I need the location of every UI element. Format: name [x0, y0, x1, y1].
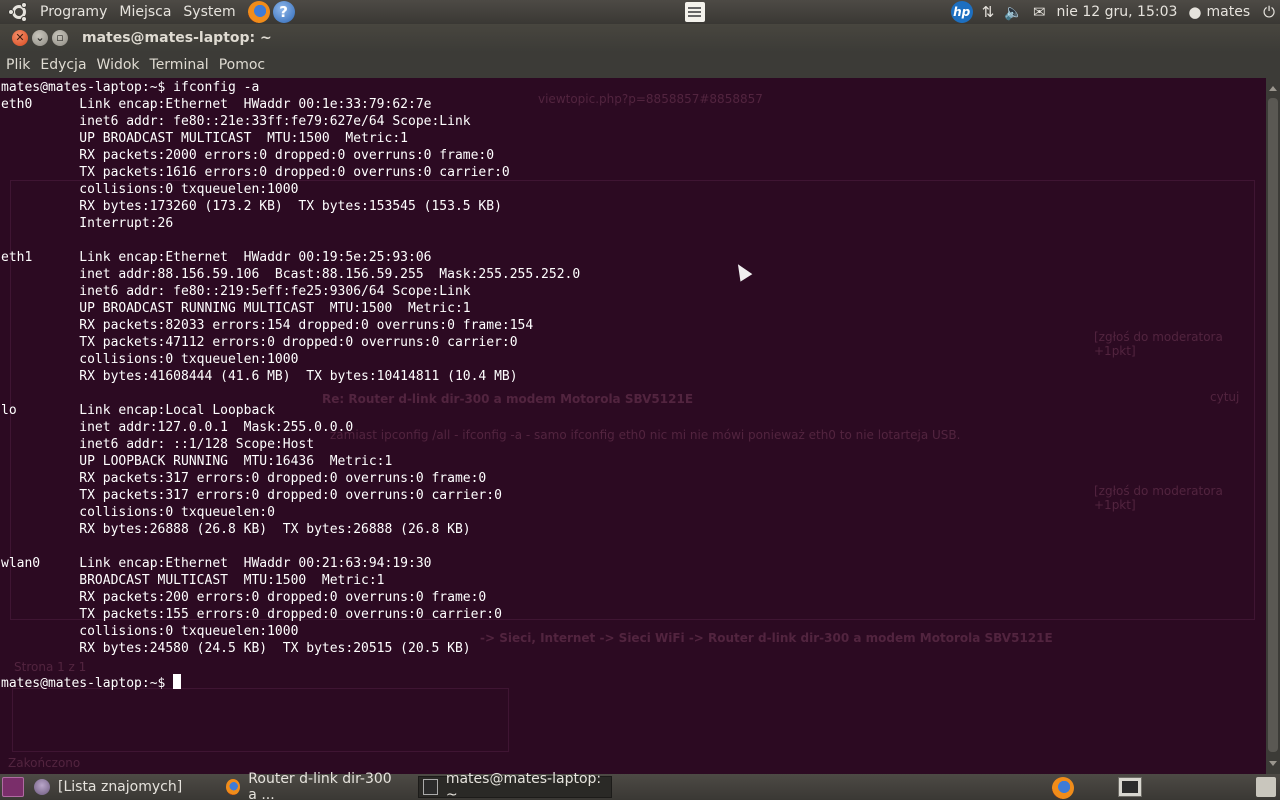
terminal-line: RX bytes:41608444 (41.6 MB) TX bytes:104… [79, 369, 518, 384]
terminal-line: UP BROADCAST MULTICAST MTU:1500 Metric:1 [79, 131, 408, 146]
panel-menus: Programy Miejsca System ? [0, 0, 295, 24]
mail-icon[interactable]: ✉ [1028, 0, 1051, 24]
ghost-report-link-2: [zgłoś do moderatora +1pkt] [1094, 484, 1223, 512]
terminal-lines: mates@mates-laptop:~$ ifconfig -a eth0 L… [1, 80, 580, 656]
ghost-textarea [12, 688, 509, 752]
firefox-launcher-icon[interactable] [247, 1, 270, 23]
terminal-line: TX packets:47112 errors:0 dropped:0 over… [79, 335, 518, 350]
menu-system[interactable]: System [177, 0, 241, 24]
close-window-button[interactable]: ✕ [12, 30, 28, 46]
minimize-window-button[interactable]: ⌄ [32, 30, 48, 46]
top-panel: Programy Miejsca System ? hp ⇅ 🔈 ✉ nie 1… [0, 0, 1280, 24]
notes-icon[interactable] [685, 2, 705, 22]
bottom-panel: [Lista znajomych] Router d-link dir-300 … [0, 771, 1280, 800]
pidgin-icon [34, 779, 50, 795]
terminal-line: RX packets:200 errors:0 dropped:0 overru… [79, 590, 487, 605]
terminal-line: inet6 addr: ::1/128 Scope:Host [79, 437, 315, 452]
scroll-down-icon[interactable] [1269, 761, 1277, 766]
power-icon[interactable]: ⏻ [1258, 0, 1280, 24]
task-terminal[interactable]: mates@mates-laptop: ~ [418, 771, 612, 800]
panel-indicators: hp ⇅ 🔈 ✉ nie 12 gru, 15:03 ● mates ⏻ [950, 0, 1280, 24]
firefox-tray-icon[interactable] [1052, 777, 1074, 799]
menu-plik[interactable]: Plik [0, 52, 34, 78]
trash-icon[interactable] [1256, 777, 1276, 797]
terminal-line: RX packets:317 errors:0 dropped:0 overru… [79, 471, 487, 486]
terminal-prompt: mates@mates-laptop:~$ [1, 676, 174, 691]
terminal-line: collisions:0 txqueuelen:1000 [79, 624, 299, 639]
task-label: mates@mates-laptop: ~ [445, 771, 602, 800]
terminal-line: lo Link encap:Local Loopback [1, 403, 275, 418]
terminal-tray-icon[interactable] [1118, 777, 1142, 797]
task-contact-list[interactable]: [Lista znajomych] [30, 776, 216, 798]
terminal-scrollbar[interactable] [1266, 78, 1280, 774]
terminal-line: eth1 Link encap:Ethernet HWaddr 00:19:5e… [1, 250, 432, 265]
menu-edycja[interactable]: Edycja [34, 52, 90, 78]
scroll-up-icon[interactable] [1269, 86, 1277, 91]
task-label: Router d-link dir-300 a ... [248, 771, 392, 800]
menu-miejsca[interactable]: Miejsca [113, 0, 177, 24]
terminal-line: TX packets:1616 errors:0 dropped:0 overr… [79, 165, 510, 180]
ghost-quote: cytuj [1210, 390, 1240, 404]
hp-tray-icon[interactable]: hp [950, 1, 973, 23]
terminal-line: wlan0 Link encap:Ethernet HWaddr 00:21:6… [1, 556, 432, 571]
terminal-line: mates@mates-laptop:~$ ifconfig -a [1, 80, 260, 95]
terminal-line: eth0 Link encap:Ethernet HWaddr 00:1e:33… [1, 97, 432, 112]
help-launcher-icon[interactable]: ? [272, 1, 295, 23]
terminal-icon [423, 779, 438, 795]
terminal-line: RX packets:2000 errors:0 dropped:0 overr… [79, 148, 495, 163]
terminal-line: inet addr:88.156.59.106 Bcast:88.156.59.… [79, 267, 581, 282]
menu-widok[interactable]: Widok [91, 52, 144, 78]
terminal-line: TX packets:155 errors:0 dropped:0 overru… [79, 607, 502, 622]
window-title: mates@mates-laptop: ~ [82, 30, 272, 46]
window-titlebar[interactable]: ✕ ⌄ ▫ mates@mates-laptop: ~ [0, 24, 1280, 52]
ubuntu-logo-icon[interactable] [8, 1, 30, 23]
volume-icon[interactable]: 🔈 [999, 0, 1028, 24]
terminal-line: collisions:0 txqueuelen:1000 [79, 182, 299, 197]
show-desktop-icon[interactable] [2, 777, 24, 797]
task-firefox[interactable]: Router d-link dir-300 a ... [222, 771, 412, 800]
ghost-report-link: [zgłoś do moderatora +1pkt] [1094, 330, 1223, 358]
scrollbar-thumb[interactable] [1268, 98, 1278, 752]
menu-pomoc[interactable]: Pomoc [213, 52, 269, 78]
clock[interactable]: nie 12 gru, 15:03 [1051, 4, 1184, 20]
terminal-line: RX bytes:26888 (26.8 KB) TX bytes:26888 … [79, 522, 471, 537]
task-label: [Lista znajomych] [58, 779, 183, 795]
terminal-line: collisions:0 txqueuelen:1000 [79, 352, 299, 367]
terminal-line: UP BROADCAST RUNNING MULTICAST MTU:1500 … [79, 301, 471, 316]
user-name[interactable]: mates [1207, 4, 1259, 20]
terminal-line: inet6 addr: fe80::219:5eff:fe25:9306/64 … [79, 284, 471, 299]
menu-terminal[interactable]: Terminal [144, 52, 213, 78]
terminal-line: RX packets:82033 errors:154 dropped:0 ov… [79, 318, 534, 333]
terminal-line: Interrupt:26 [79, 216, 174, 231]
terminal-view[interactable]: viewtopic.php?p=8858857#8858857 [zgłoś d… [0, 78, 1266, 774]
terminal-line: inet addr:127.0.0.1 Mask:255.0.0.0 [79, 420, 354, 435]
terminal-line: BROADCAST MULTICAST MTU:1500 Metric:1 [79, 573, 385, 588]
ghost-status: Zakończono [8, 756, 81, 770]
terminal-cursor [173, 674, 182, 689]
terminal-line: inet6 addr: fe80::21e:33ff:fe79:627e/64 … [79, 114, 471, 129]
terminal-line: TX packets:317 errors:0 dropped:0 overru… [79, 488, 502, 503]
terminal-line: RX bytes:24580 (24.5 KB) TX bytes:20515 … [79, 641, 471, 656]
user-status-icon[interactable]: ● [1183, 0, 1206, 24]
terminal-line: UP LOOPBACK RUNNING MTU:16436 Metric:1 [79, 454, 393, 469]
terminal-menubar: Plik Edycja Widok Terminal Pomoc [0, 52, 1280, 78]
terminal-line: RX bytes:173260 (173.2 KB) TX bytes:1535… [79, 199, 502, 214]
terminal-line: collisions:0 txqueuelen:0 [79, 505, 275, 520]
network-icon[interactable]: ⇅ [977, 0, 1000, 24]
maximize-window-button[interactable]: ▫ [52, 30, 68, 46]
firefox-icon [226, 779, 241, 795]
terminal-output: mates@mates-laptop:~$ ifconfig -a eth0 L… [1, 79, 580, 692]
menu-programy[interactable]: Programy [34, 0, 113, 24]
